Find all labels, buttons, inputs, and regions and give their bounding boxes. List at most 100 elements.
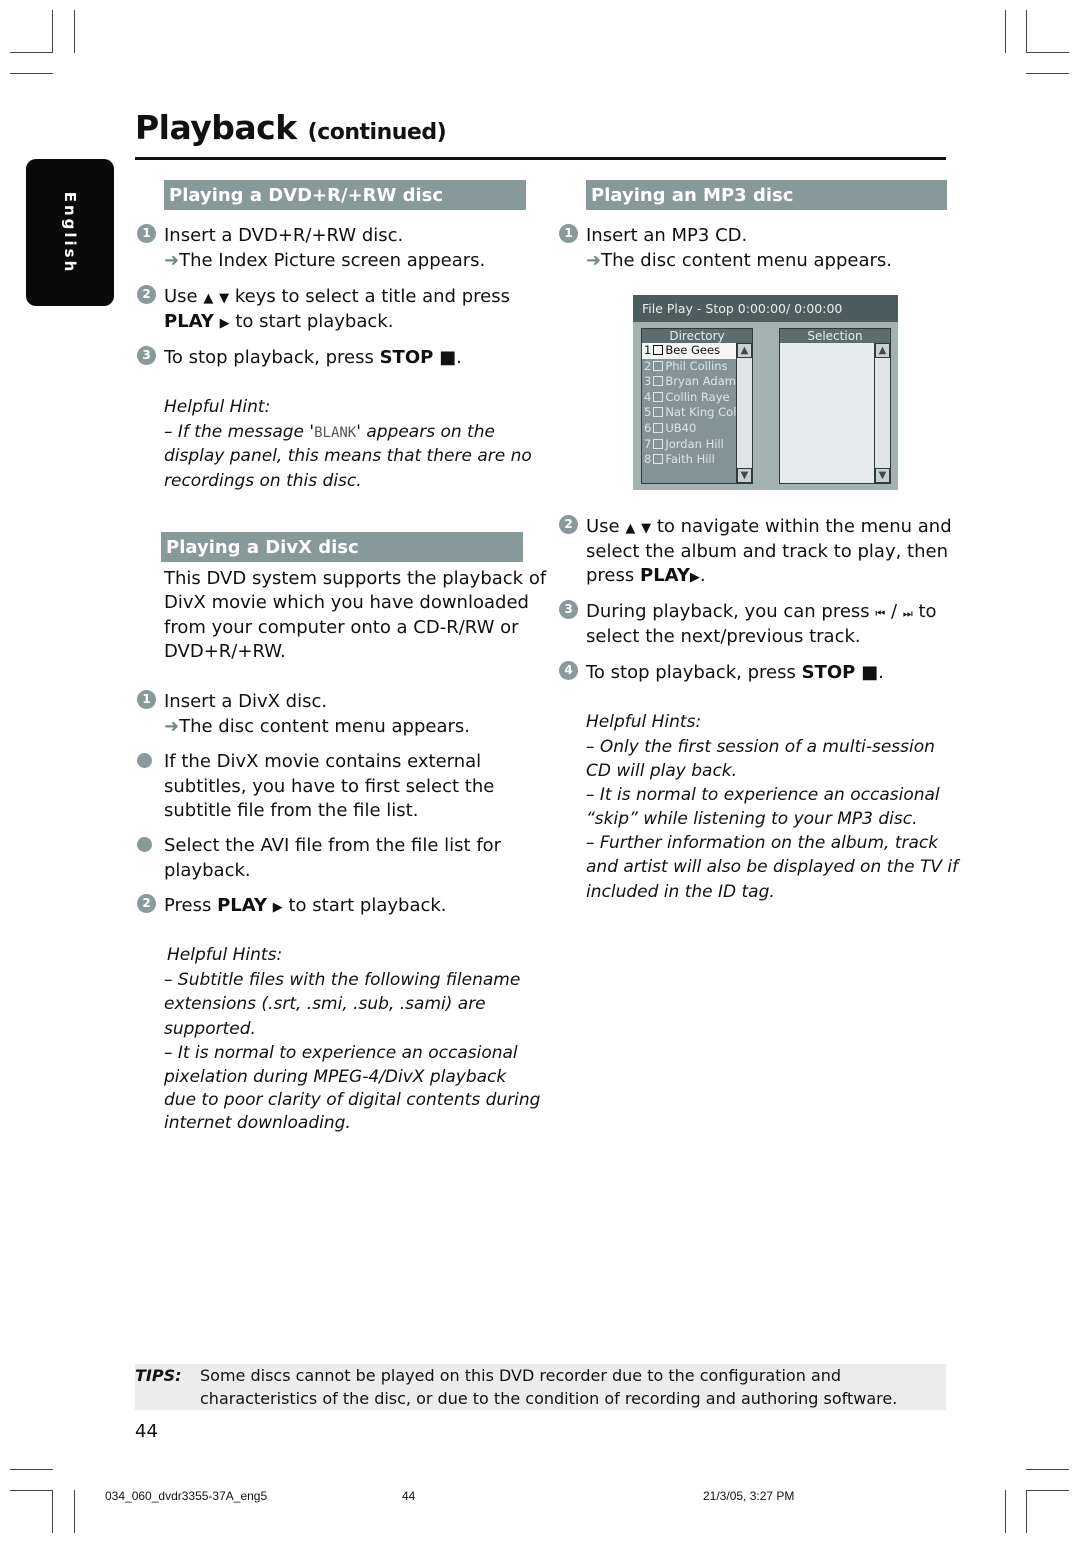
hint-text: CD will play back.: [586, 761, 738, 781]
directory-item[interactable]: 3 Bryan Adams: [642, 374, 737, 390]
page-number: 44: [135, 1421, 158, 1442]
bullet-text: Select the AVI file from the file list f…: [164, 835, 502, 856]
up-arrow-icon: ▲: [625, 521, 636, 536]
step-number-badge: 3: [137, 346, 156, 365]
directory-item[interactable]: 2 Phil Collins: [642, 359, 737, 375]
hint-title: Helpful Hints:: [586, 712, 702, 732]
step-number-badge: 2: [137, 285, 156, 304]
scroll-down-icon[interactable]: ▼: [875, 468, 890, 483]
hint-text: – It is normal to experience an occasion…: [164, 1043, 518, 1063]
arrow-right-icon: ➜: [164, 716, 180, 737]
directory-item[interactable]: 6 UB40: [642, 421, 737, 437]
step-number-badge: 1: [559, 224, 578, 243]
crop-mark: [10, 1490, 53, 1491]
scroll-up-icon[interactable]: ▲: [737, 343, 752, 358]
step-text: Insert an MP3 CD.: [586, 225, 748, 246]
hint-text: – If the message 'BLANK' appears on the: [164, 422, 495, 442]
step-text: Use ▲ ▼ keys to select a title and press: [164, 286, 510, 307]
title-rule: [135, 157, 946, 160]
step-number-badge: 2: [559, 515, 578, 534]
step-text: select the next/previous track.: [586, 626, 861, 647]
checkbox-icon[interactable]: [653, 454, 664, 465]
item-index: 2: [644, 358, 652, 373]
footer-timestamp: 21/3/05, 3:27 PM: [703, 1489, 795, 1503]
hint-title: Helpful Hints:: [167, 945, 283, 965]
crop-mark: [1026, 10, 1027, 53]
step-number-badge: 1: [137, 690, 156, 709]
checkbox-icon[interactable]: [653, 360, 664, 371]
item-label: Jordan Hill: [665, 436, 724, 451]
directory-item[interactable]: 7 Jordan Hill: [642, 437, 737, 453]
hint-text: “skip” while listening to your MP3 disc.: [586, 809, 918, 829]
item-index: 7: [644, 436, 652, 451]
crop-mark: [1005, 10, 1006, 53]
selection-pane: Selection ▲ ▼: [779, 328, 891, 484]
scroll-up-icon[interactable]: ▲: [875, 343, 890, 358]
hint-text: – Subtitle files with the following file…: [164, 970, 521, 990]
step-number-badge: 3: [559, 600, 578, 619]
crop-mark: [10, 52, 53, 53]
step-result: ➜The Index Picture screen appears.: [164, 250, 486, 271]
section-header-mp3: Playing an MP3 disc: [586, 180, 947, 210]
step-number-badge: 4: [559, 661, 578, 680]
crop-mark: [1026, 1469, 1069, 1470]
stop-icon: ■: [861, 662, 879, 683]
hint-title: Helpful Hint:: [164, 397, 271, 417]
bullet-icon: [137, 753, 152, 768]
lcd-message: BLANK: [314, 425, 357, 441]
hint-text: recordings on this disc.: [164, 471, 362, 491]
selection-list[interactable]: [780, 343, 874, 483]
checkbox-icon[interactable]: [653, 438, 664, 449]
stop-icon: ■: [439, 347, 457, 368]
directory-header: Directory: [642, 329, 752, 343]
previous-track-icon: ⏮: [875, 607, 886, 620]
scroll-down-icon[interactable]: ▼: [737, 468, 752, 483]
page-title-main: Playback: [135, 108, 297, 147]
step-text: Press PLAY ▶ to start playback.: [164, 895, 447, 916]
page-title: Playback (continued): [135, 108, 447, 147]
directory-scrollbar[interactable]: ▲ ▼: [736, 343, 752, 483]
play-icon: ▶: [689, 570, 700, 585]
step-number-badge: 1: [137, 224, 156, 243]
directory-pane: Directory 1 Bee Gees 2 Phil Collins 3 Bryan A…: [641, 328, 753, 484]
directory-item[interactable]: 1 Bee Gees: [642, 343, 737, 359]
item-index: 3: [644, 374, 652, 389]
section-header-divx: Playing a DivX disc: [161, 532, 523, 562]
step-text: PLAY ▶ to start playback.: [164, 311, 394, 332]
item-label: Bryan Adams: [665, 374, 737, 389]
bullet-icon: [137, 837, 152, 852]
arrow-right-icon: ➜: [164, 250, 180, 271]
step-text: press PLAY▶.: [586, 565, 706, 586]
hint-text: – Further information on the album, trac…: [586, 833, 939, 853]
hint-text: – It is normal to experience an occasion…: [586, 785, 940, 805]
tips-label: TIPS:: [135, 1366, 182, 1385]
step-text: To stop playback, press STOP ■.: [164, 347, 462, 368]
directory-item[interactable]: 8 Faith Hill: [642, 452, 737, 468]
page-title-suffix: (continued): [307, 120, 447, 145]
selection-scrollbar[interactable]: ▲ ▼: [874, 343, 890, 483]
crop-mark: [52, 10, 53, 53]
item-index: 5: [644, 405, 652, 420]
play-icon: ▶: [219, 316, 230, 331]
crop-mark: [10, 73, 53, 74]
hint-text: extensions (.srt, .smi, .sub, .sami) are: [164, 994, 486, 1014]
selection-header: Selection: [780, 329, 890, 343]
checkbox-icon[interactable]: [653, 407, 664, 418]
hint-text: – Only the first session of a multi-sess…: [586, 737, 935, 757]
footer-filename: 034_060_dvdr3355-37A_eng5: [105, 1489, 268, 1503]
bullet-text: playback.: [164, 860, 251, 881]
directory-item[interactable]: 5 Nat King Cole: [642, 405, 737, 421]
hint-text: included in the ID tag.: [586, 882, 775, 902]
checkbox-icon[interactable]: [653, 376, 664, 387]
item-label: Collin Raye: [665, 389, 730, 404]
crop-mark: [1005, 1490, 1006, 1533]
item-index: 1: [644, 343, 652, 357]
checkbox-icon[interactable]: [653, 391, 664, 402]
checkbox-icon[interactable]: [653, 345, 664, 355]
checkbox-icon[interactable]: [653, 422, 664, 433]
directory-item[interactable]: 4 Collin Raye: [642, 390, 737, 406]
play-icon: ▶: [272, 900, 283, 915]
item-index: 6: [644, 420, 652, 435]
item-label: UB40: [665, 420, 697, 435]
hint-text: supported.: [164, 1019, 256, 1039]
